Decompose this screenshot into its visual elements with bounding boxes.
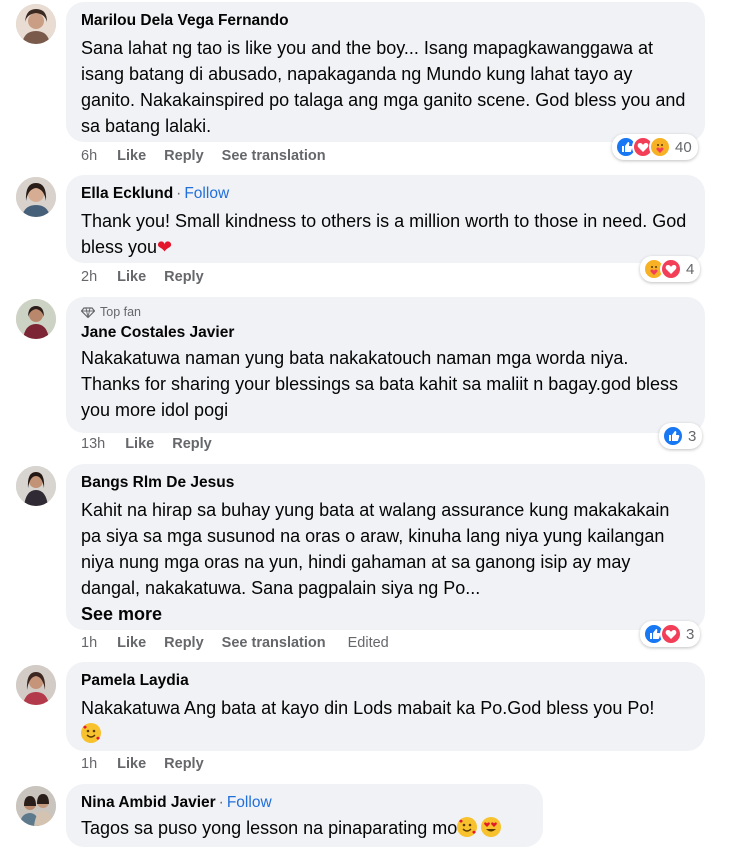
heart-eyes-icon xyxy=(481,817,502,837)
comment-author[interactable]: Bangs Rlm De Jesus xyxy=(81,474,234,491)
comment-actions: 13h Like Reply xyxy=(81,436,230,452)
smiling-face-with-hearts-icon xyxy=(457,817,478,837)
see-more-link[interactable]: See more xyxy=(81,601,691,627)
comment-time[interactable]: 1h xyxy=(81,756,97,772)
comment-time[interactable]: 1h xyxy=(81,635,97,651)
smiling-face-with-hearts-icon xyxy=(81,723,101,743)
comment-bubble: Pamela Laydia Nakakatuwa Ang bata at kay… xyxy=(66,662,705,751)
reply-button[interactable]: Reply xyxy=(164,269,204,285)
diamond-icon xyxy=(81,306,95,318)
reaction-summary[interactable]: 40 xyxy=(612,134,698,160)
separator-dot: · xyxy=(176,185,182,202)
comment-text: Kahit na hirap sa buhay yung bata at wal… xyxy=(81,500,670,598)
comment-author[interactable]: Marilou Dela Vega Fernando xyxy=(81,12,289,29)
reaction-summary[interactable]: 4 xyxy=(640,256,701,282)
like-button[interactable]: Like xyxy=(117,635,146,651)
reply-button[interactable]: Reply xyxy=(164,635,204,651)
reaction-count: 3 xyxy=(686,625,695,643)
comment-bubble: Bangs Rlm De Jesus Kahit na hirap sa buh… xyxy=(66,464,705,630)
comment-text: Nakakatuwa naman yung bata nakakatouch n… xyxy=(81,348,678,420)
comment-text: Sana lahat ng tao is like you and the bo… xyxy=(81,38,686,136)
reaction-count: 4 xyxy=(686,260,695,278)
comment-time[interactable]: 13h xyxy=(81,436,105,452)
comment-actions: 1h Like Reply See translation Edited xyxy=(81,635,389,651)
see-translation-link[interactable]: See translation xyxy=(222,148,326,164)
comment-text: Thank you! Small kindness to others is a… xyxy=(81,211,687,257)
like-icon xyxy=(662,425,684,447)
avatar[interactable] xyxy=(16,177,56,217)
reaction-count: 3 xyxy=(688,427,697,445)
comment-bubble: Ella Ecklund · Follow Thank you! Small kin… xyxy=(66,175,705,263)
reply-button[interactable]: Reply xyxy=(164,148,204,164)
love-icon xyxy=(660,623,682,645)
avatar[interactable] xyxy=(16,4,56,44)
follow-button[interactable]: Follow xyxy=(227,794,272,811)
comment-bubble: Top fan Jane Costales Javier Nakakatuwa … xyxy=(66,297,705,433)
comment-actions: 2h Like Reply xyxy=(81,269,222,285)
care-icon xyxy=(649,136,671,158)
heart-emoji-icon: ❤ xyxy=(157,237,173,257)
reaction-summary[interactable]: 3 xyxy=(640,621,701,647)
edited-label[interactable]: Edited xyxy=(348,635,389,651)
avatar[interactable] xyxy=(16,665,56,705)
comment-bubble: Nina Ambid Javier · Follow Tagos sa puso y… xyxy=(66,784,543,847)
love-icon xyxy=(660,258,682,280)
comment-author[interactable]: Ella Ecklund xyxy=(81,185,173,202)
comment-actions: 6h Like Reply See translation xyxy=(81,148,344,164)
reaction-count: 40 xyxy=(675,138,692,156)
like-button[interactable]: Like xyxy=(117,756,146,772)
avatar[interactable] xyxy=(16,466,56,506)
comment-author[interactable]: Pamela Laydia xyxy=(81,672,189,689)
comment-author[interactable]: Jane Costales Javier xyxy=(81,324,234,341)
avatar[interactable] xyxy=(16,786,56,826)
see-translation-link[interactable]: See translation xyxy=(222,635,326,651)
comment-bubble: Marilou Dela Vega Fernando Sana lahat ng… xyxy=(66,2,705,142)
comment-actions: 1h Like Reply xyxy=(81,756,222,772)
avatar[interactable] xyxy=(16,299,56,339)
badge-label: Top fan xyxy=(100,305,142,319)
like-button[interactable]: Like xyxy=(125,436,154,452)
separator-dot: · xyxy=(218,794,224,811)
comment-text: Nakakatuwa Ang bata at kayo din Lods mab… xyxy=(81,695,691,747)
top-fan-badge[interactable]: Top fan xyxy=(81,305,691,319)
comment-text: Tagos sa puso yong lesson na pinaparatin… xyxy=(81,815,529,841)
reaction-summary[interactable]: 3 xyxy=(659,423,703,449)
follow-button[interactable]: Follow xyxy=(184,185,229,202)
comment-author[interactable]: Nina Ambid Javier xyxy=(81,794,216,811)
reply-button[interactable]: Reply xyxy=(164,756,204,772)
comment-time[interactable]: 2h xyxy=(81,269,97,285)
reply-button[interactable]: Reply xyxy=(172,436,212,452)
like-button[interactable]: Like xyxy=(117,269,146,285)
like-button[interactable]: Like xyxy=(117,148,146,164)
comment-time[interactable]: 6h xyxy=(81,148,97,164)
